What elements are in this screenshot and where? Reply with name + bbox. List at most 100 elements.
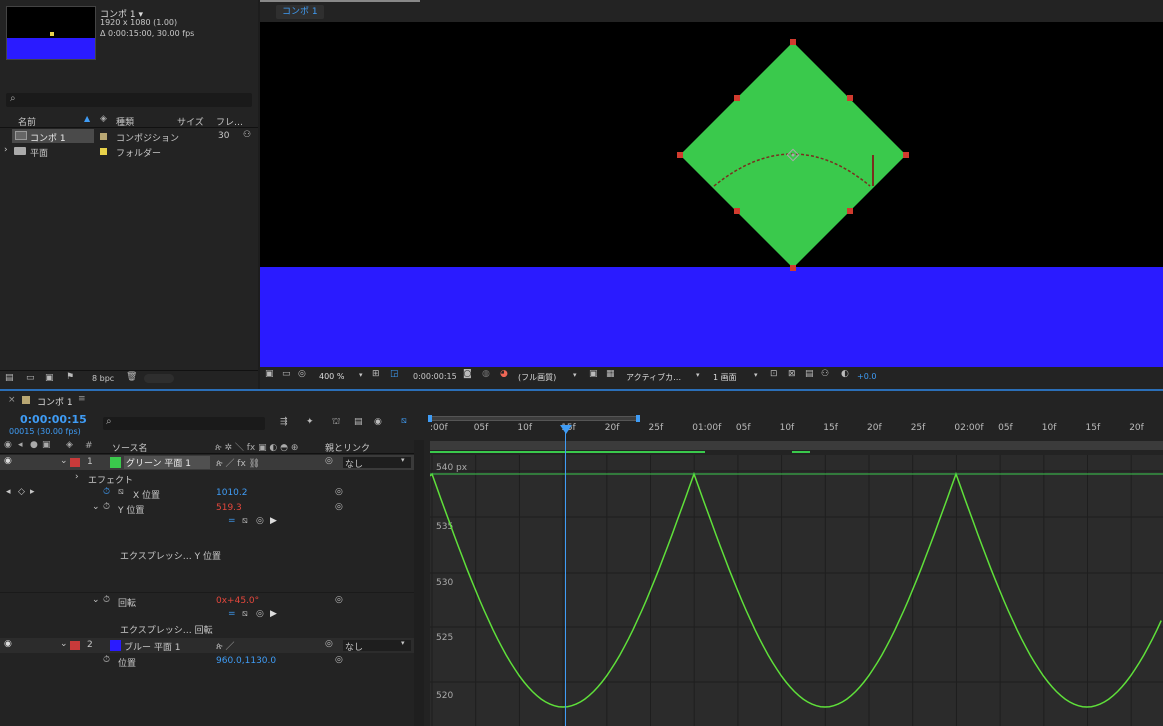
- keyframe-icon[interactable]: ◇: [18, 487, 25, 497]
- graph-toggle-icon[interactable]: ⧅: [118, 487, 124, 497]
- flowchart-icon[interactable]: ⚇: [243, 130, 251, 140]
- search-input[interactable]: [24, 94, 244, 105]
- trash-icon[interactable]: 🗑: [126, 372, 137, 382]
- prop-value[interactable]: 1010.2: [216, 488, 248, 498]
- expand-arrow-icon[interactable]: ⌄: [60, 639, 68, 649]
- layer-search[interactable]: ⌕: [103, 416, 265, 430]
- frame-blend-icon[interactable]: ▤: [354, 417, 363, 427]
- expression-menu-icon[interactable]: ▶: [270, 609, 277, 619]
- project-search[interactable]: ⌕: [6, 93, 252, 107]
- bpc-button[interactable]: 8 bpc: [92, 374, 114, 383]
- lock-icon[interactable]: ▣: [42, 440, 51, 450]
- layer-label-color[interactable]: [70, 641, 80, 650]
- expression-graph-icon[interactable]: ⧅: [242, 516, 248, 526]
- expand-arrow-icon[interactable]: ⌄: [92, 502, 100, 512]
- graph-editor[interactable]: 540 px535530525520: [430, 455, 1163, 726]
- next-keyframe-icon[interactable]: ▸: [30, 487, 35, 497]
- eye-icon[interactable]: ◉: [4, 440, 12, 450]
- exposure-value[interactable]: +0.0: [857, 372, 876, 381]
- prev-keyframe-icon[interactable]: ◂: [6, 487, 11, 497]
- footer-scrollbar[interactable]: [144, 374, 174, 383]
- timeline-timecode[interactable]: 0:00:00:15: [20, 413, 87, 426]
- expression-pickwhip-icon[interactable]: ◎: [256, 516, 264, 526]
- expand-arrow-icon[interactable]: ›: [4, 145, 8, 155]
- stopwatch-icon[interactable]: ⏱: [103, 655, 110, 665]
- expand-arrow-icon[interactable]: ›: [75, 472, 79, 482]
- pickwhip-icon[interactable]: ◎: [325, 639, 333, 649]
- frame-icon[interactable]: ⊞: [372, 369, 380, 379]
- roi-icon[interactable]: ▣: [589, 369, 598, 379]
- close-icon[interactable]: ×: [8, 395, 16, 405]
- viewer-timecode[interactable]: 0:00:00:15: [413, 372, 457, 381]
- expression-menu-icon[interactable]: ▶: [270, 516, 277, 526]
- expression-enable-icon[interactable]: =: [228, 609, 236, 619]
- interpret-icon[interactable]: ▤: [5, 373, 14, 383]
- expand-arrow-icon[interactable]: ⌄: [60, 456, 68, 466]
- comp-mini-flow-icon[interactable]: ⇶: [280, 417, 288, 427]
- motion-blur-icon[interactable]: ◉: [374, 417, 382, 427]
- channel-icon[interactable]: ◕: [500, 369, 508, 379]
- col-name[interactable]: 名前: [18, 115, 36, 128]
- exposure-icon[interactable]: ◐: [841, 369, 849, 379]
- mask-icon[interactable]: ◎: [298, 369, 306, 379]
- switches-icons[interactable]: ጵ ／: [216, 639, 234, 652]
- expression-enable-icon[interactable]: =: [228, 516, 236, 526]
- pickwhip-icon[interactable]: ◎: [325, 456, 333, 466]
- layer-scrollbar[interactable]: [414, 440, 424, 726]
- blue-solid-layer[interactable]: [260, 267, 1163, 367]
- viewer-tab[interactable]: コンポ 1: [276, 5, 324, 19]
- layer-name[interactable]: ブルー 平面 1: [124, 640, 180, 653]
- panel-menu-icon[interactable]: ≡: [78, 394, 86, 404]
- fast-preview-icon[interactable]: ⊠: [788, 369, 796, 379]
- col-frame[interactable]: フレ…: [216, 115, 243, 128]
- graph-editor-icon[interactable]: ⧅: [401, 416, 407, 426]
- eye-icon[interactable]: ◉: [4, 456, 12, 466]
- stopwatch-icon[interactable]: ⏱: [103, 595, 110, 605]
- stopwatch-icon[interactable]: ⏱: [103, 487, 110, 497]
- display-icon[interactable]: ▭: [282, 369, 291, 379]
- layer-row[interactable]: ◉ ⌄ 1 グリーン 平面 1 ጵ ／ fx ⛓ ◎ なし ▾: [0, 455, 424, 470]
- layer-row[interactable]: ◉ ⌄ 2 ブルー 平面 1 ጵ ／ ◎ なし ▾: [0, 638, 424, 653]
- expression-editor[interactable]: エクスプレッシ… Y 位置: [0, 529, 424, 593]
- stopwatch-icon[interactable]: ⏱: [103, 502, 110, 512]
- shy-icon[interactable]: ⛫: [332, 417, 340, 428]
- zoom-select[interactable]: 400 %: [319, 372, 344, 381]
- pickwhip-icon[interactable]: ◎: [335, 595, 343, 605]
- timeline-tab[interactable]: コンポ 1: [37, 395, 73, 408]
- effect-row[interactable]: › エフェクト: [0, 471, 424, 486]
- project-item[interactable]: › 平面 フォルダー: [0, 144, 258, 159]
- new-comp-icon[interactable]: ▣: [45, 373, 54, 383]
- flowchart-icon[interactable]: ⚇: [821, 369, 829, 379]
- switches-icons[interactable]: ጵ ／ fx ⛓: [216, 456, 260, 469]
- work-area-bar[interactable]: [430, 416, 640, 421]
- work-area-end[interactable]: [636, 415, 640, 422]
- eye-icon[interactable]: ◉: [4, 639, 12, 649]
- draft-3d-icon[interactable]: ✦: [306, 417, 314, 427]
- camera-icon[interactable]: ◙: [463, 369, 472, 379]
- resolution-select[interactable]: (フル画質): [518, 372, 556, 383]
- playhead-handle[interactable]: [560, 425, 572, 434]
- position-row[interactable]: ⏱ 位置 960.0,1130.0 ◎: [0, 654, 424, 669]
- project-item[interactable]: コンポ 1 コンポジション 30 ⚇: [0, 129, 258, 144]
- pickwhip-icon[interactable]: ◎: [335, 655, 343, 665]
- expression-pickwhip-icon[interactable]: ◎: [256, 609, 264, 619]
- expression-editor[interactable]: エクスプレッシ… 回転: [0, 620, 424, 636]
- time-ruler[interactable]: :00f 05f 10f 15f 20f 25f 01:00f 05f 10f 15f 20f 25f…: [428, 415, 1163, 453]
- pickwhip-icon[interactable]: ◎: [335, 487, 343, 497]
- expand-arrow-icon[interactable]: ⌄: [92, 595, 100, 605]
- x-position-row[interactable]: ◂ ◇ ▸ ⏱ ⧅ X 位置 1010.2 ◎: [0, 486, 424, 501]
- col-type[interactable]: 種類: [116, 115, 134, 128]
- work-area-start[interactable]: [428, 415, 432, 422]
- toggle-pixel-icon[interactable]: ⊡: [770, 369, 778, 379]
- prop-value[interactable]: 0x+45.0°: [216, 596, 259, 606]
- snapshot-icon[interactable]: ▣: [265, 369, 274, 379]
- transparency-grid-icon[interactable]: ▦: [606, 369, 615, 379]
- expression-graph-icon[interactable]: ⧅: [242, 609, 248, 619]
- region-icon[interactable]: ◲: [390, 369, 399, 379]
- audio-icon[interactable]: ◂: [18, 440, 23, 450]
- timeline-icon[interactable]: ▤: [805, 369, 814, 379]
- comp-canvas[interactable]: [260, 22, 1163, 367]
- adjust-icon[interactable]: ⚑: [66, 372, 74, 382]
- layer-name[interactable]: グリーン 平面 1: [124, 456, 210, 469]
- prop-value[interactable]: 960.0,1130.0: [216, 656, 276, 666]
